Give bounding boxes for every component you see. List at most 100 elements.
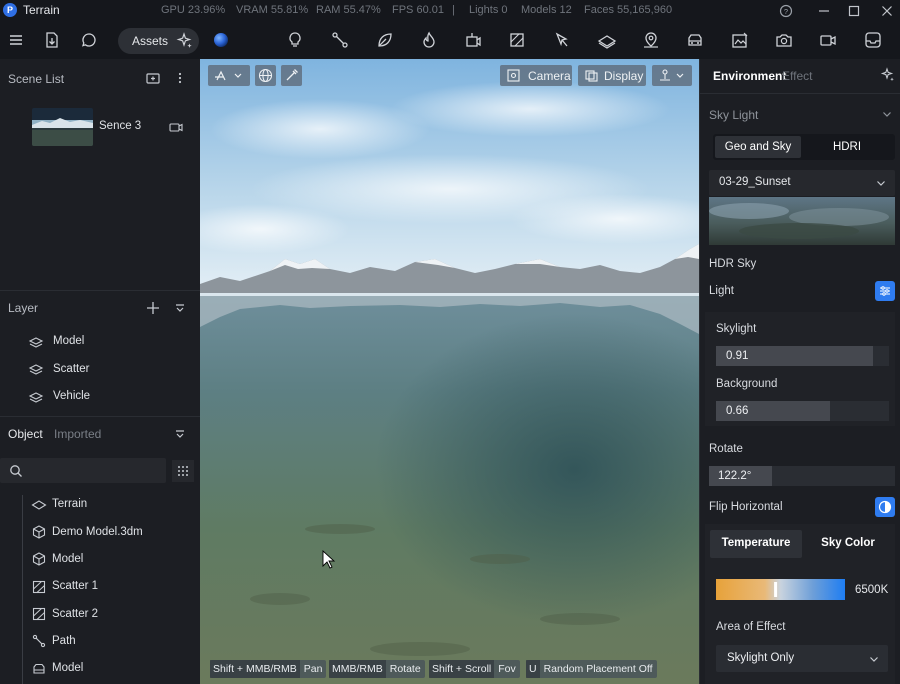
path-tool-icon[interactable] — [330, 30, 350, 50]
chat-icon[interactable] — [79, 30, 99, 50]
object-item-model[interactable]: Model — [52, 553, 83, 565]
object-search-input[interactable] — [0, 458, 166, 483]
grid-view-button[interactable] — [172, 460, 194, 482]
object-item-scatter-2[interactable]: Scatter 2 — [52, 608, 98, 620]
scene-camera-icon[interactable] — [168, 119, 184, 135]
object-item-demo-model[interactable]: Demo Model.3dm — [52, 526, 143, 538]
tab-sky-color[interactable]: Sky Color — [803, 537, 893, 549]
tab-geo-and-sky[interactable]: Geo and Sky — [715, 136, 801, 158]
app-title: Terrain — [23, 3, 60, 17]
skylight-label: Skylight — [716, 323, 757, 335]
import-file-icon[interactable] — [42, 30, 62, 50]
object-item-terrain[interactable]: Terrain — [52, 498, 87, 510]
3d-viewport[interactable] — [200, 59, 699, 684]
display-button[interactable]: Display — [578, 65, 646, 86]
flip-horizontal-label: Flip Horizontal — [709, 501, 783, 513]
object-menu-icon[interactable] — [172, 426, 188, 442]
tab-effect[interactable]: Effect — [782, 69, 812, 83]
faces-stat: Faces 55,165,960 — [584, 4, 673, 16]
cube-icon — [31, 551, 47, 567]
brush-icon[interactable] — [552, 30, 572, 50]
tab-environment[interactable]: Environment — [713, 69, 786, 83]
ground-plane-icon[interactable] — [597, 30, 617, 50]
hdri-select-value: 03-29_Sunset — [719, 176, 791, 188]
minimize-button[interactable] — [815, 2, 833, 20]
object-item-path[interactable]: Path — [52, 635, 76, 647]
eyedropper-icon[interactable] — [281, 65, 302, 86]
more-options-icon[interactable] — [172, 70, 188, 86]
add-layer-icon[interactable] — [145, 300, 161, 316]
gpu-stat: GPU 23.96% — [161, 4, 226, 16]
tab-object[interactable]: Object — [8, 427, 43, 441]
background-label: Background — [716, 378, 778, 390]
hint-rotate: MMB/RMB Rotate — [329, 660, 425, 678]
add-object-icon[interactable] — [463, 30, 483, 50]
add-scene-icon[interactable] — [145, 70, 161, 86]
hint-key: Shift + MMB/RMB — [210, 660, 300, 678]
layer-item-model[interactable]: Model — [53, 335, 84, 347]
image-edit-icon[interactable] — [730, 30, 750, 50]
background-value: 0.66 — [726, 405, 749, 417]
light-label: Light — [709, 285, 734, 297]
scene-thumbnail[interactable] — [32, 108, 93, 146]
models-stat: Models 12 — [521, 4, 572, 16]
search-icon — [8, 463, 24, 479]
scene-item-label[interactable]: Sence 3 — [99, 120, 141, 132]
hint-fov: Shift + Scroll Fov — [429, 660, 520, 678]
menu-icon[interactable] — [6, 30, 26, 50]
assets-label: Assets — [132, 34, 169, 48]
chevron-down-icon — [867, 652, 881, 666]
title-bar — [0, 0, 900, 22]
mouse-cursor-icon — [322, 550, 336, 570]
temperature-value: 6500K — [855, 584, 889, 596]
hint-key: U — [526, 660, 540, 678]
help-icon[interactable]: ? — [777, 2, 795, 20]
close-button[interactable] — [878, 2, 896, 20]
globe-icon[interactable] — [255, 65, 276, 86]
tab-hdri[interactable]: HDRI — [802, 136, 892, 158]
location-pin-icon[interactable] — [641, 30, 661, 50]
object-item-scatter-1[interactable]: Scatter 1 — [52, 580, 98, 592]
hint-action: Random Placement Off — [543, 663, 653, 675]
layers-icon — [28, 361, 44, 377]
sparkle-icon[interactable] — [175, 31, 195, 51]
path-icon — [31, 633, 47, 649]
scatter-icon — [31, 606, 47, 622]
video-record-icon[interactable] — [818, 30, 838, 50]
layer-item-scatter[interactable]: Scatter — [53, 363, 89, 375]
stat-separator: | — [452, 4, 455, 16]
layer-item-vehicle[interactable]: Vehicle — [53, 390, 90, 402]
display-label: Display — [604, 69, 644, 83]
layer-menu-icon[interactable] — [172, 300, 188, 316]
camera-label: Camera — [528, 69, 571, 83]
navigation-mode-button[interactable] — [652, 65, 692, 86]
divider — [0, 416, 200, 417]
area-of-effect-label: Area of Effect — [716, 621, 786, 633]
temperature-handle — [774, 582, 778, 597]
chevron-down-icon[interactable] — [880, 107, 894, 121]
camera-snapshot-icon[interactable] — [774, 30, 794, 50]
export-tray-icon[interactable] — [863, 30, 883, 50]
maximize-button[interactable] — [845, 2, 863, 20]
hdri-preview — [709, 197, 895, 245]
fire-icon[interactable] — [419, 30, 439, 50]
flip-horizontal-toggle[interactable] — [875, 497, 895, 517]
vehicle-icon[interactable] — [685, 30, 705, 50]
globe-material-icon[interactable] — [211, 30, 231, 50]
hint-action: Pan — [303, 663, 323, 675]
tab-temperature[interactable]: Temperature — [710, 537, 802, 549]
chevron-down-icon — [874, 176, 888, 190]
light-bulb-icon[interactable] — [285, 30, 305, 50]
temperature-slider[interactable] — [716, 579, 845, 600]
layer-title: Layer — [8, 301, 39, 315]
texture-icon[interactable] — [507, 30, 527, 50]
tab-imported[interactable]: Imported — [54, 427, 101, 441]
leaf-icon[interactable] — [375, 30, 395, 50]
light-settings-button[interactable] — [875, 281, 895, 301]
transform-mode-button[interactable] — [208, 65, 250, 86]
sparkle-icon[interactable] — [880, 67, 896, 83]
object-item-vehicle-model[interactable]: Model — [52, 662, 83, 674]
camera-button[interactable]: Camera — [500, 65, 572, 86]
scatter-icon — [31, 579, 47, 595]
divider — [0, 290, 200, 291]
